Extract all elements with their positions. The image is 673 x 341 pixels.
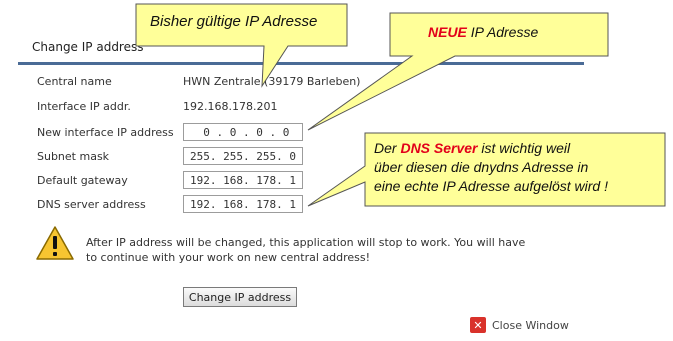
callout-new-ip-rest: IP Adresse xyxy=(470,24,539,40)
callout-new-ip-bold: NEUE xyxy=(428,24,467,40)
callout-dns-line2: über diesen die dnydns Adresse in xyxy=(374,159,589,175)
callout-dns-highlight: DNS Server xyxy=(400,140,478,156)
callout-dns-line3: eine echte IP Adresse aufgelöst wird ! xyxy=(374,178,608,194)
callout-old-ip-text: Bisher gültige IP Adresse xyxy=(150,13,318,30)
callout-dns-text: Der DNS Server ist wichtig weil über die… xyxy=(374,139,608,196)
callout-new-ip-text: NEUE IP Adresse xyxy=(428,24,538,40)
callout-dns-line1: Der DNS Server ist wichtig weil xyxy=(374,140,571,156)
